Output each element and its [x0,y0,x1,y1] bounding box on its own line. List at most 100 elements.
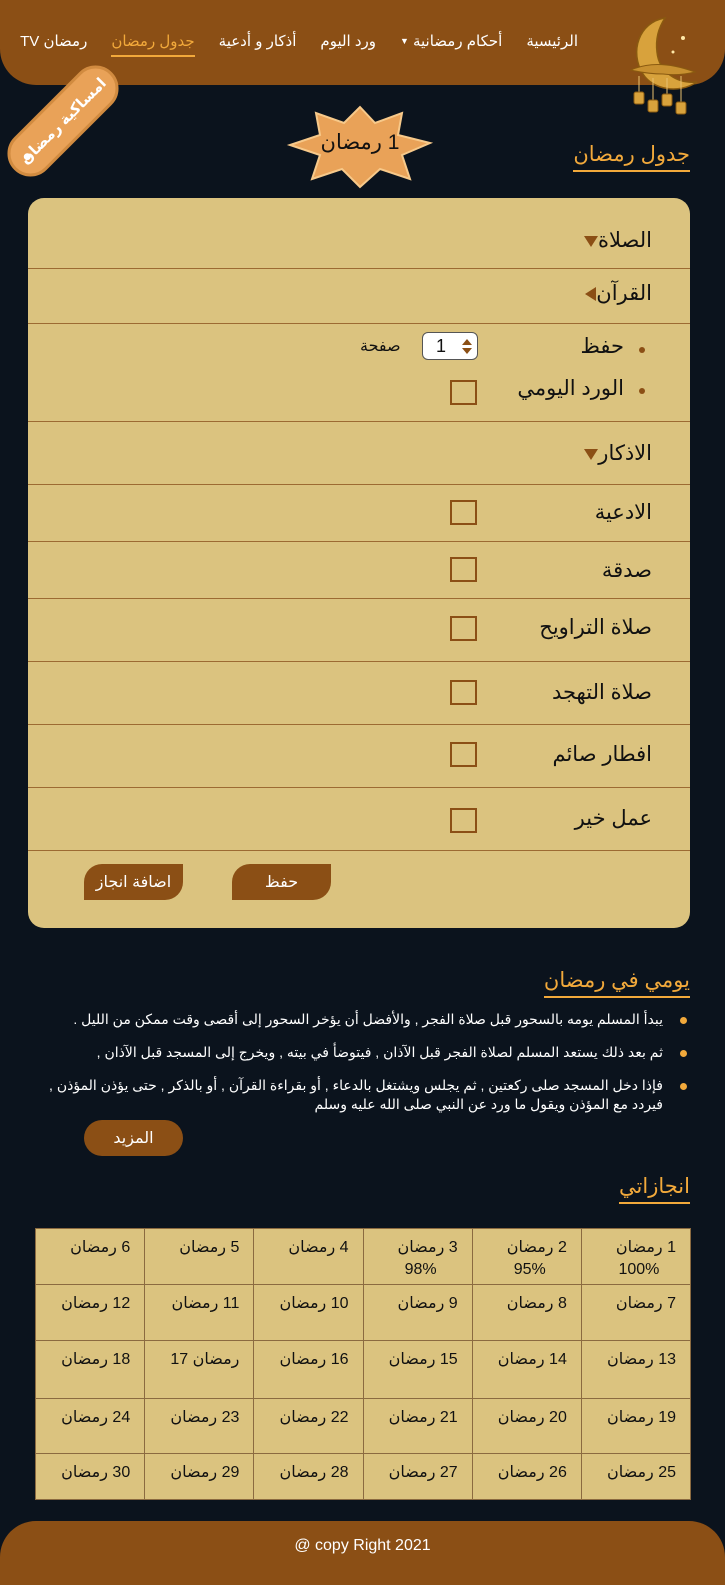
achievement-cell[interactable]: 19 رمضان [580,1398,692,1454]
nav-item-home[interactable]: الرئيسية [514,32,590,50]
table-row: 7 رمضان 8 رمضان 9 رمضان 10 رمضان 11 رمضان 12 … [34,1284,692,1341]
achievement-day: 20 رمضان [497,1409,567,1426]
achievement-cell[interactable]: 27 رمضان [362,1453,473,1500]
pages-stepper[interactable]: 1 [422,332,478,360]
task-checkbox[interactable] [450,808,477,833]
stepper-arrows[interactable] [459,338,477,354]
prayer-row[interactable]: الصلاة [28,198,690,269]
achievement-day: 19 رمضان [606,1409,676,1426]
achievement-cell[interactable]: 18 رمضان [34,1340,146,1399]
achievement-cell[interactable]: 5 رمضان [144,1228,255,1285]
achievement-cell[interactable]: 15 رمضان [362,1340,473,1399]
achievement-cell[interactable]: 9 رمضان [362,1284,473,1341]
achievement-day: 9 رمضان [397,1295,458,1312]
achievement-cell[interactable]: 8 رمضان [471,1284,582,1341]
achievement-cell[interactable]: 16 رمضان [253,1340,364,1399]
achievement-cell[interactable]: 29 رمضان [144,1453,255,1500]
task-label: افطار صائم [552,743,652,766]
stepper-down-icon[interactable] [462,347,472,354]
achievement-cell[interactable]: 7 رمضان [580,1284,692,1341]
bullet-dot [639,347,645,353]
achievement-day: 15 رمضان [388,1351,458,1368]
achievements-title: انجازاتي [619,1174,690,1204]
achievement-cell[interactable]: 12 رمضان [34,1284,146,1341]
task-label: صدقة [601,559,652,582]
task-row-good-deed: عمل خير [28,788,690,851]
crescent-lantern-icon[interactable] [617,12,707,120]
task-label: الادعية [594,501,652,524]
day-badge-label: 1 رمضان [320,131,400,154]
stepper-up-icon[interactable] [462,338,472,345]
nav-item-ramadan-rulings[interactable]: أحكام رمضانية▼ [388,32,514,50]
achievement-day: 28 رمضان [279,1464,349,1481]
achievement-cell[interactable]: 20 رمضان [471,1398,582,1454]
achievement-day: 24 رمضان [61,1409,131,1426]
achievement-cell[interactable]: 1 رمضان 100% [580,1228,692,1285]
achievement-cell[interactable]: 4 رمضان [253,1228,364,1285]
adhkar-row[interactable]: الاذكار [28,423,690,485]
achievement-cell[interactable]: 10 رمضان [253,1284,364,1341]
nav-item-daily-wird[interactable]: ورد اليوم [308,32,388,50]
achievement-percent: 95% [513,1261,546,1278]
task-checkbox[interactable] [450,680,477,705]
pages-unit-label: صفحة [360,338,401,355]
achievement-day: 2 رمضان [506,1239,567,1256]
task-checkbox[interactable] [450,742,477,767]
nav-item-adhkar[interactable]: أذكار و أدعية [207,32,309,50]
achievement-cell[interactable]: 30 رمضان [34,1453,146,1500]
achievement-cell[interactable]: 28 رمضان [253,1453,364,1500]
caret-down-icon: ▼ [400,36,409,46]
achievement-cell[interactable]: 26 رمضان [471,1453,582,1500]
achievement-cell[interactable]: 21 رمضان [362,1398,473,1454]
list-item: ثم بعد ذلك يستعد المسلم لصلاة الفجر قبل … [47,1043,687,1062]
save-button[interactable]: حفظ [232,864,331,900]
more-button[interactable]: المزيد [84,1120,183,1156]
achievement-day: 29 رمضان [170,1464,240,1481]
copyright-text: @ copy Right 2021 [294,1537,431,1554]
daily-wird-checkbox[interactable] [450,380,477,405]
add-achievement-button[interactable]: اضافة انجاز [84,864,183,900]
schedule-card: الصلاة القرآن حفظ 1 صفحة الورد اليومي ال… [28,198,690,928]
task-checkbox[interactable] [450,500,477,525]
achievement-day: 21 رمضان [388,1409,458,1426]
list-item: فإذا دخل المسجد صلى ركعتين , ثم يجلس ويش… [47,1076,687,1114]
achievement-cell[interactable]: 24 رمضان [34,1398,146,1454]
achievement-cell[interactable]: 25 رمضان [580,1453,692,1500]
achievement-cell[interactable]: رمضان 17 [144,1340,255,1399]
task-label: صلاة التراويح [539,616,652,639]
achievement-cell[interactable]: 3 رمضان 98% [362,1228,473,1285]
table-row: 1 رمضان 100% 2 رمضان 95% 3 رمضان 98% 4 رمضان 5 … [34,1228,692,1285]
quran-row-label: القرآن [571,281,652,306]
task-checkbox[interactable] [450,557,477,582]
my-day-title: يومي في رمضان [543,968,690,998]
nav-item-ramadan-tv[interactable]: رمضان TV [8,32,99,50]
achievement-cell[interactable]: 2 رمضان 95% [471,1228,582,1285]
task-label: عمل خير [574,807,652,830]
achievement-day: 11 رمضان [171,1295,240,1312]
expand-down-icon [584,235,599,247]
achievement-day: 25 رمضان [606,1464,676,1481]
table-row: 19 رمضان 20 رمضان 21 رمضان 22 رمضان 23 رمضان… [34,1398,692,1454]
memorize-label: حفظ [580,335,624,358]
achievement-cell[interactable]: 11 رمضان [144,1284,255,1341]
achievement-cell[interactable]: 13 رمضان [580,1340,692,1399]
schedule-title: جدول رمضان [573,142,690,172]
achievement-day: 26 رمضان [497,1464,567,1481]
achievement-cell[interactable]: 6 رمضان [34,1228,146,1285]
task-row-iftar: افطار صائم [28,725,690,788]
achievement-cell[interactable]: 22 رمضان [253,1398,364,1454]
achievement-day: 14 رمضان [497,1351,567,1368]
achievement-day: 5 رمضان [179,1239,240,1256]
nav-item-schedule[interactable]: جدول رمضان [99,32,206,57]
quran-row[interactable]: القرآن [28,269,690,324]
my-day-list: يبدأ المسلم يومه بالسحور قبل صلاة الفجر … [47,1010,687,1128]
nav-item-ramadan-rulings-label: أحكام رمضانية [412,33,503,50]
achievement-cell[interactable]: 14 رمضان [471,1340,582,1399]
achievement-day: 18 رمضان [61,1351,131,1368]
achievement-day: 13 رمضان [606,1351,676,1368]
achievement-cell[interactable]: 23 رمضان [144,1398,255,1454]
table-row: 13 رمضان 14 رمضان 15 رمضان 16 رمضان رمضان 17… [34,1340,692,1399]
task-row-charity: صدقة [28,542,690,599]
task-checkbox[interactable] [450,616,477,641]
achievement-day: 22 رمضان [279,1409,349,1426]
